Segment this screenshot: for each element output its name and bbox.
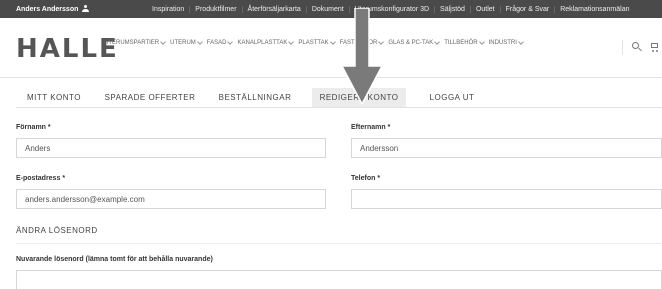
phone-label: Telefon * bbox=[351, 175, 381, 182]
first-name-field[interactable]: Anders bbox=[16, 138, 326, 158]
user-name: Anders Andersson bbox=[16, 5, 79, 13]
chevron-down-icon bbox=[160, 39, 166, 45]
nav-item-uterumspartier[interactable]: UTERUMSPARTIER bbox=[104, 39, 166, 46]
top-link-outlet[interactable]: Outlet bbox=[469, 5, 500, 13]
nav-item-plasttak[interactable]: PLASTTAK bbox=[298, 39, 336, 46]
cart-icon[interactable] bbox=[649, 42, 659, 52]
top-link-fragor-svar[interactable]: Frågor & Svar bbox=[499, 5, 555, 13]
chevron-down-icon bbox=[478, 39, 485, 45]
site-header: HALLE UTERUMSPARTIER UTERUM FASAD KANALP… bbox=[0, 18, 662, 78]
tab-sparade-offerter[interactable]: SPARADE OFFERTER bbox=[96, 88, 204, 107]
top-link-inspiration[interactable]: Inspiration bbox=[152, 6, 189, 13]
nav-item-industri[interactable]: INDUSTRI bbox=[489, 39, 524, 46]
chevron-down-icon bbox=[329, 39, 336, 45]
tab-mitt-konto[interactable]: MITT KONTO bbox=[16, 88, 92, 107]
nav-item-kanalplasttak[interactable]: KANALPLASTTAK bbox=[237, 39, 295, 46]
phone-field[interactable] bbox=[351, 189, 662, 209]
tab-bestallningar[interactable]: BESTÄLLNINGAR bbox=[204, 88, 306, 107]
chevron-down-icon bbox=[288, 39, 295, 45]
nav-item-uterum[interactable]: UTERUM bbox=[170, 39, 203, 46]
header-icons bbox=[622, 40, 662, 54]
divider bbox=[16, 243, 662, 244]
site-logo[interactable]: HALLE bbox=[16, 34, 119, 64]
top-link-saljstod[interactable]: Säljstöd bbox=[434, 5, 470, 13]
main-nav: UTERUMSPARTIER UTERUM FASAD KANALPLASTTA… bbox=[104, 39, 528, 46]
email-field[interactable]: anders.andersson@example.com bbox=[16, 189, 326, 209]
top-links: Inspiration Produktfilmer Återförsäljark… bbox=[152, 0, 634, 18]
top-link-reklamationsanmalan[interactable]: Reklamationsanmälan bbox=[554, 5, 634, 13]
top-link-produktfilmer[interactable]: Produktfilmer bbox=[189, 5, 241, 13]
chevron-down-icon bbox=[196, 39, 203, 45]
current-password-label: Nuvarande lösenord (lämna tomt för att b… bbox=[16, 256, 213, 263]
current-password-field[interactable] bbox=[16, 270, 662, 289]
nav-item-fasad[interactable]: FASAD bbox=[207, 39, 234, 46]
chevron-down-icon bbox=[518, 39, 524, 45]
last-name-label: Efternamn * bbox=[351, 124, 391, 131]
nav-item-glas-pc-tak[interactable]: GLAS & PC-TAK bbox=[388, 39, 441, 46]
down-arrow-icon bbox=[342, 8, 382, 104]
change-password-heading: ÄNDRA LÖSENORD bbox=[16, 226, 98, 235]
search-icon[interactable] bbox=[632, 42, 639, 49]
chevron-down-icon bbox=[434, 39, 441, 45]
email-label: E-postadress * bbox=[16, 175, 66, 182]
top-link-aterforsaljarkarta[interactable]: Återförsäljarkarta bbox=[241, 5, 306, 13]
first-name-label: Förnamn * bbox=[16, 124, 51, 131]
last-name-field[interactable]: Andersson bbox=[351, 138, 662, 158]
nav-item-tillbehor[interactable]: TILLBEHÖR bbox=[444, 39, 485, 46]
tab-logga-ut[interactable]: LOGGA UT bbox=[418, 88, 486, 107]
chevron-down-icon bbox=[227, 39, 234, 45]
user-icon bbox=[82, 5, 90, 13]
account-tabs: MITT KONTO SPARADE OFFERTER BESTÄLLNINGA… bbox=[16, 88, 662, 108]
user-menu[interactable]: Anders Andersson bbox=[16, 0, 90, 18]
top-bar: Anders Andersson Inspiration Produktfilm… bbox=[0, 0, 662, 18]
